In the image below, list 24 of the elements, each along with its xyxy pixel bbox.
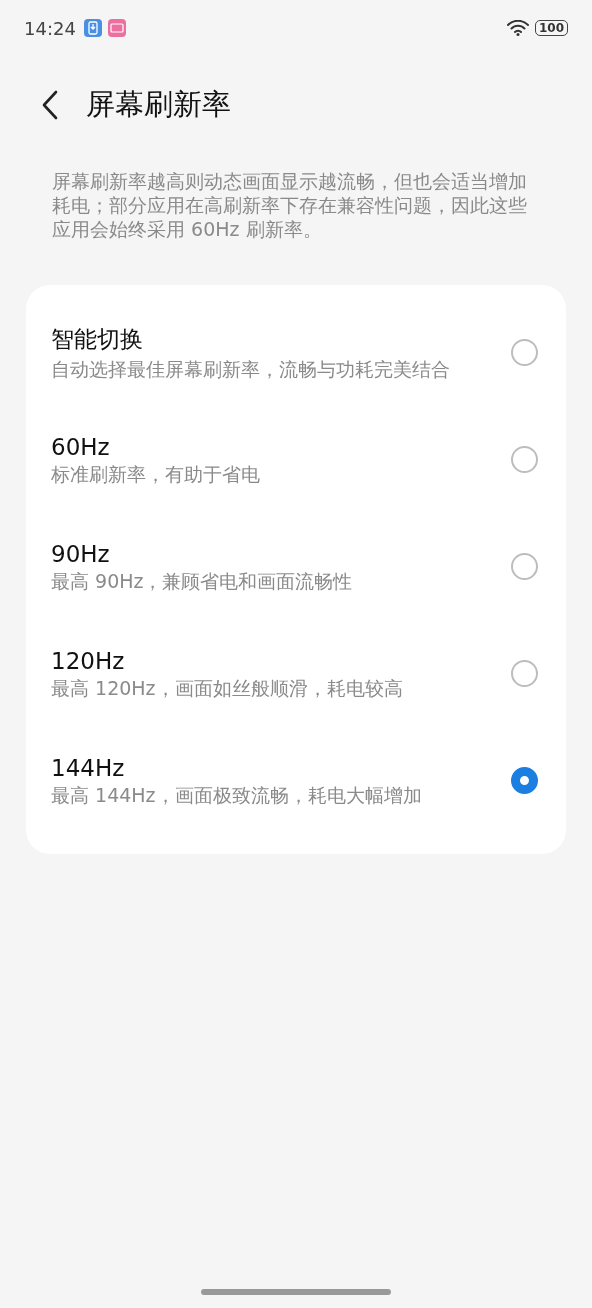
back-icon[interactable]	[42, 90, 58, 120]
option-title[interactable]: 120Hz	[51, 647, 451, 674]
radio-button[interactable]	[511, 767, 538, 794]
battery-level: 100	[534, 20, 568, 36]
wifi-icon	[506, 20, 529, 36]
radio-button[interactable]	[511, 553, 538, 580]
app-notification-icon	[107, 19, 126, 37]
option-title[interactable]: 144Hz	[51, 754, 451, 781]
home-indicator[interactable]	[201, 1289, 391, 1295]
download-app-icon	[83, 19, 102, 37]
option-subtitle: 自动选择最佳屏幕刷新率，流畅与功耗完美结合	[51, 357, 451, 381]
radio-button[interactable]	[511, 446, 538, 473]
status-time: 14:24	[24, 17, 76, 39]
option-subtitle: 标准刷新率，有助于省电	[51, 461, 261, 486]
radio-button[interactable]	[511, 339, 538, 366]
option-subtitle: 最高 120Hz，画面如丝般顺滑，耗电较高	[51, 675, 404, 700]
option-subtitle: 最高 144Hz，画面极致流畅，耗电大幅增加	[51, 782, 423, 807]
option-title[interactable]: 智能切换	[51, 324, 451, 355]
radio-button[interactable]	[511, 660, 538, 687]
option-title[interactable]: 60Hz	[51, 433, 451, 460]
description-text: 屏幕刷新率越高则动态画面显示越流畅，但也会适当增加耗电；部分应用在高刷新率下存在兼容性问题，因此这些应用会始终采用 60Hz 刷新率。	[52, 169, 528, 241]
page-title: 屏幕刷新率	[86, 86, 231, 123]
option-title[interactable]: 90Hz	[51, 540, 451, 567]
option-subtitle: 最高 90Hz，兼顾省电和画面流畅性	[51, 568, 354, 593]
